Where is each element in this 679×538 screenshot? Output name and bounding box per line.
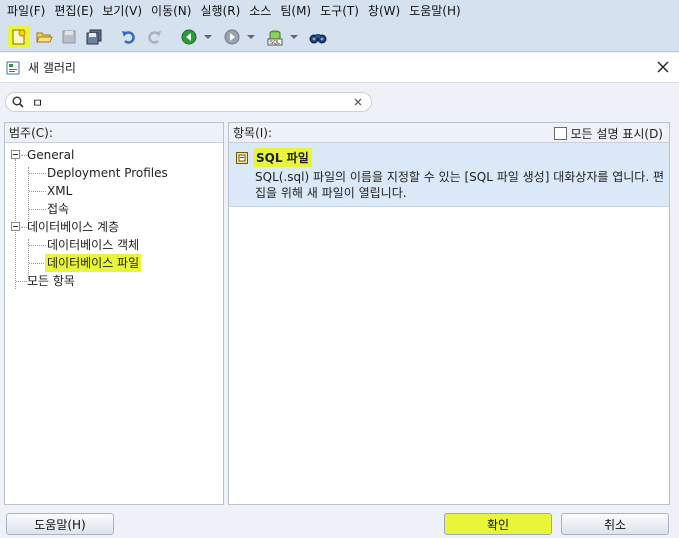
items-header: 항목(I): 모든 설명 표시(D) bbox=[229, 123, 669, 143]
item-description: SQL(.sql) 파일의 이름을 지정할 수 있는 [SQL 파일 생성] 대… bbox=[255, 170, 665, 200]
collapse-icon[interactable] bbox=[11, 150, 20, 159]
search-input[interactable] bbox=[32, 95, 352, 109]
forward-icon bbox=[224, 29, 240, 44]
menu-tools[interactable]: 도구(T) bbox=[317, 0, 365, 22]
menu-file[interactable]: 파일(F) bbox=[4, 0, 51, 22]
chevron-down-icon bbox=[204, 34, 212, 39]
sql-icon: SQL bbox=[267, 30, 283, 46]
tree-item-all-items[interactable]: 모든 항목 bbox=[5, 272, 223, 290]
chevron-down-icon bbox=[290, 34, 298, 39]
ok-button[interactable]: 확인 bbox=[444, 513, 552, 535]
save-all-icon bbox=[86, 29, 102, 44]
tree-item-xml[interactable]: XML bbox=[5, 182, 223, 200]
items-label: 항목(I): bbox=[233, 126, 273, 140]
tree-item-label: 데이터베이스 객체 bbox=[47, 238, 140, 252]
tree-item-general[interactable]: General bbox=[5, 146, 223, 164]
tree-item-label: 모든 항목 bbox=[27, 274, 75, 288]
menu-edit[interactable]: 편집(E) bbox=[51, 0, 99, 22]
chevron-down-icon bbox=[247, 34, 255, 39]
redo-icon bbox=[148, 30, 161, 44]
menu-run[interactable]: 실행(R) bbox=[197, 0, 246, 22]
tree-item-label: 데이터베이스 계층 bbox=[27, 220, 120, 234]
categories-panel: 범주(C): General Deployment Profiles XML 접… bbox=[4, 122, 224, 505]
categories-label: 범주(C): bbox=[9, 126, 53, 140]
redo-button[interactable] bbox=[143, 26, 165, 48]
undo-icon bbox=[122, 30, 135, 44]
tree-item-database-files[interactable]: 데이터베이스 파일 bbox=[5, 254, 223, 272]
save-icon bbox=[62, 30, 76, 43]
search-icon bbox=[12, 96, 24, 108]
back-icon bbox=[181, 29, 197, 44]
open-button[interactable] bbox=[33, 26, 55, 48]
forward-dropdown[interactable] bbox=[246, 26, 256, 48]
tree-item-connections[interactable]: 접속 bbox=[5, 200, 223, 218]
find-button[interactable] bbox=[307, 26, 329, 48]
open-icon bbox=[36, 32, 53, 42]
menu-navigate[interactable]: 이동(N) bbox=[148, 0, 197, 22]
menu-window[interactable]: 창(W) bbox=[365, 0, 406, 22]
item-title: SQL 파일 bbox=[253, 148, 312, 167]
back-dropdown[interactable] bbox=[203, 26, 213, 48]
save-all-button[interactable] bbox=[83, 26, 105, 48]
sql-dropdown[interactable] bbox=[289, 26, 299, 48]
category-tree: General Deployment Profiles XML 접속 데이터베이… bbox=[5, 143, 223, 290]
tree-item-label: XML bbox=[47, 184, 73, 198]
item-sql-file[interactable]: SQL 파일 SQL(.sql) 파일의 이름을 지정할 수 있는 [SQL 파… bbox=[229, 143, 669, 207]
back-button[interactable] bbox=[178, 26, 200, 48]
dialog-title: 새 갤러리 bbox=[28, 61, 76, 75]
categories-header: 범주(C): bbox=[5, 123, 223, 143]
collapse-icon[interactable] bbox=[11, 222, 20, 231]
items-panel: 항목(I): 모든 설명 표시(D) SQL 파일 SQL(.sql) 파일의 … bbox=[228, 122, 670, 505]
show-all-descriptions[interactable]: 모든 설명 표시(D) bbox=[553, 125, 663, 142]
clear-search-icon[interactable] bbox=[352, 96, 364, 108]
new-gallery-icon bbox=[12, 29, 26, 44]
tree-item-deployment-profiles[interactable]: Deployment Profiles bbox=[5, 164, 223, 182]
close-icon[interactable] bbox=[655, 59, 671, 75]
binoculars-icon bbox=[309, 33, 327, 43]
tree-item-label: General bbox=[27, 148, 75, 162]
help-button[interactable]: 도움말(H) bbox=[6, 513, 114, 535]
menu-source[interactable]: 소스 bbox=[246, 0, 277, 22]
tree-item-database-objects[interactable]: 데이터베이스 객체 bbox=[5, 236, 223, 254]
sql-file-icon bbox=[236, 152, 248, 164]
cancel-button[interactable]: 취소 bbox=[561, 513, 669, 535]
tree-item-database-tier[interactable]: 데이터베이스 계층 bbox=[5, 218, 223, 236]
forward-button[interactable] bbox=[221, 26, 243, 48]
gallery-icon bbox=[6, 61, 20, 74]
sql-button[interactable]: SQL bbox=[264, 26, 286, 48]
menu-team[interactable]: 팀(M) bbox=[277, 0, 317, 22]
menu-view[interactable]: 보기(V) bbox=[99, 0, 148, 22]
svg-text:SQL: SQL bbox=[270, 40, 280, 46]
menu-help[interactable]: 도움말(H) bbox=[406, 0, 467, 22]
toolbar: SQL bbox=[0, 22, 679, 52]
dialog-title-bar: 새 갤러리 bbox=[0, 53, 679, 83]
menu-bar: 파일(F) 편집(E) 보기(V) 이동(N) 실행(R) 소스 팀(M) 도구… bbox=[0, 0, 679, 22]
new-gallery-button[interactable] bbox=[8, 25, 30, 48]
tree-item-label-selected: 데이터베이스 파일 bbox=[45, 254, 142, 272]
undo-button[interactable] bbox=[118, 26, 140, 48]
save-button[interactable] bbox=[58, 26, 80, 48]
tree-item-label: 접속 bbox=[47, 202, 70, 216]
tree-item-label: Deployment Profiles bbox=[47, 166, 168, 180]
show-all-label: 모든 설명 표시(D) bbox=[570, 127, 663, 141]
search-box bbox=[5, 92, 372, 112]
show-all-checkbox[interactable] bbox=[553, 127, 567, 140]
